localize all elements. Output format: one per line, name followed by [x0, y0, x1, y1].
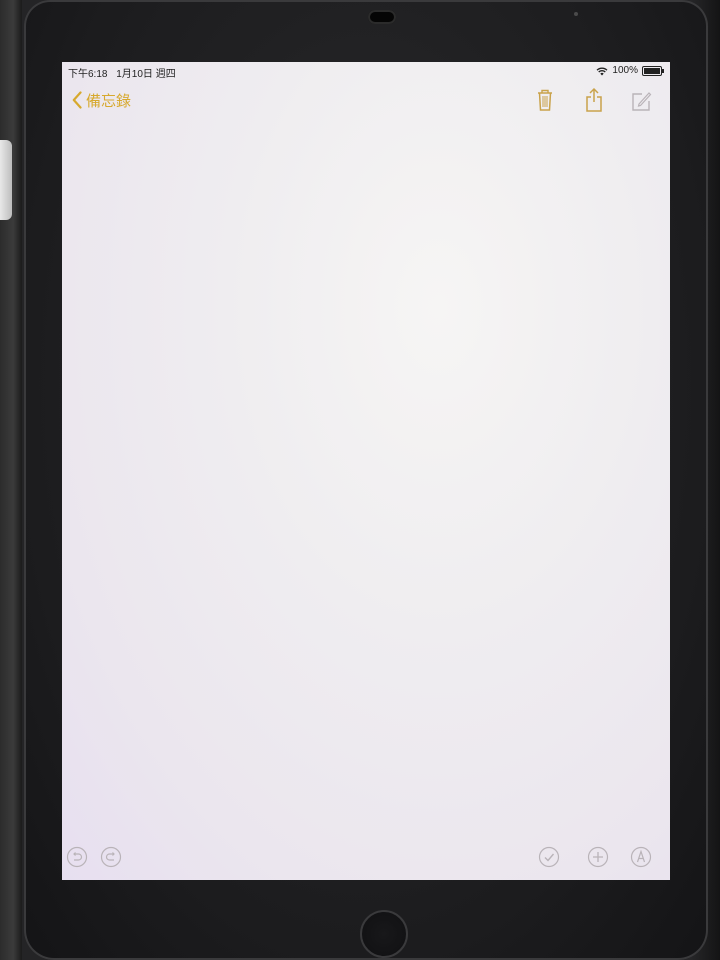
- status-date: 1月10日 週四: [116, 69, 176, 80]
- back-button[interactable]: 備忘錄: [72, 88, 131, 112]
- nav-bar: 備忘錄: [62, 82, 670, 122]
- checklist-icon[interactable]: [538, 846, 560, 868]
- redo-icon[interactable]: [100, 846, 122, 868]
- markup-icon[interactable]: [630, 846, 652, 868]
- status-left: 下午6:18 1月10日 週四: [68, 65, 182, 80]
- status-time: 下午6:18: [68, 69, 108, 80]
- add-icon[interactable]: [587, 846, 609, 868]
- home-button[interactable]: [360, 910, 408, 958]
- compose-icon[interactable]: [630, 87, 652, 113]
- trash-icon[interactable]: [534, 87, 556, 113]
- back-button-label: 備忘錄: [86, 92, 132, 110]
- battery-icon: [642, 65, 664, 76]
- pencil: [0, 140, 12, 220]
- share-icon[interactable]: [583, 87, 605, 113]
- photo-background: 下午6:18 1月10日 週四 100% 備忘錄: [0, 0, 720, 960]
- battery-percent: 100%: [612, 65, 638, 76]
- status-bar: 下午6:18 1月10日 週四 100%: [62, 62, 670, 82]
- front-camera: [368, 10, 396, 24]
- undo-icon[interactable]: [66, 846, 88, 868]
- note-body[interactable]: [62, 122, 670, 832]
- status-right: 100%: [596, 65, 664, 76]
- light-sensor: [574, 12, 578, 16]
- notes-screen: 下午6:18 1月10日 週四 100% 備忘錄: [62, 62, 670, 880]
- wifi-icon: [596, 67, 608, 75]
- bottom-toolbar: [62, 842, 670, 880]
- chevron-left-icon: [72, 91, 82, 109]
